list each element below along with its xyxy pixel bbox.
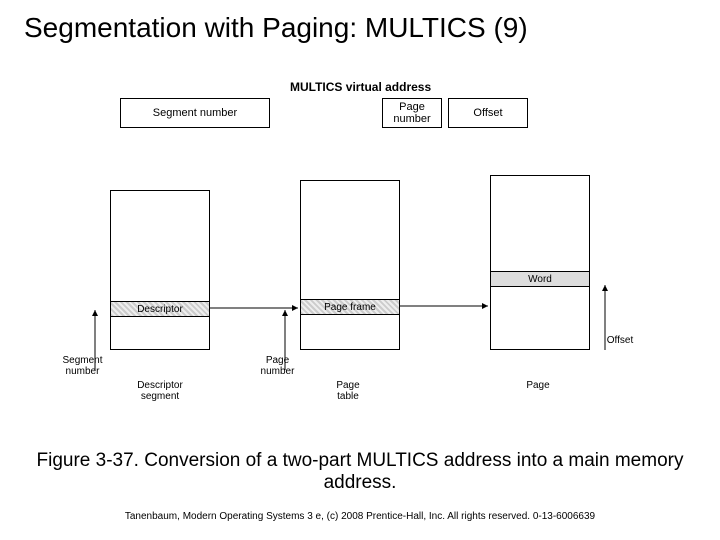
copyright-footer: Tanenbaum, Modern Operating Systems 3 e,… [0,511,720,522]
figure-caption: Figure 3-37. Conversion of a two-part MU… [0,450,720,494]
slide-title: Segmentation with Paging: MULTICS (9) [0,0,720,44]
offset-arrow-label: Offset [600,335,640,346]
field-page-number: Pagenumber [382,98,442,128]
field-segment-number: Segment number [120,98,270,128]
word-entry: Word [491,271,589,287]
descriptor-segment-table: Descriptor [110,190,210,350]
page-number-arrow-label: Pagenumber [255,355,300,377]
field-offset: Offset [448,98,528,128]
page-frame-entry: Page frame [301,299,399,315]
virtual-address-fields: Segment number Pagenumber Offset [120,98,528,128]
page-table: Page frame [300,180,400,350]
virtual-address-label: MULTICS virtual address [290,80,431,94]
page-caption: Page [518,380,558,391]
descriptor-arrow-label: Segmentnumber [55,355,110,377]
descriptor-caption: Descriptorsegment [120,380,200,402]
page-box: Word [490,175,590,350]
page-table-caption: Pagetable [318,380,378,402]
diagram-area: MULTICS virtual address Segment number P… [60,80,660,440]
descriptor-entry: Descriptor [111,301,209,317]
field-gap [276,98,376,128]
